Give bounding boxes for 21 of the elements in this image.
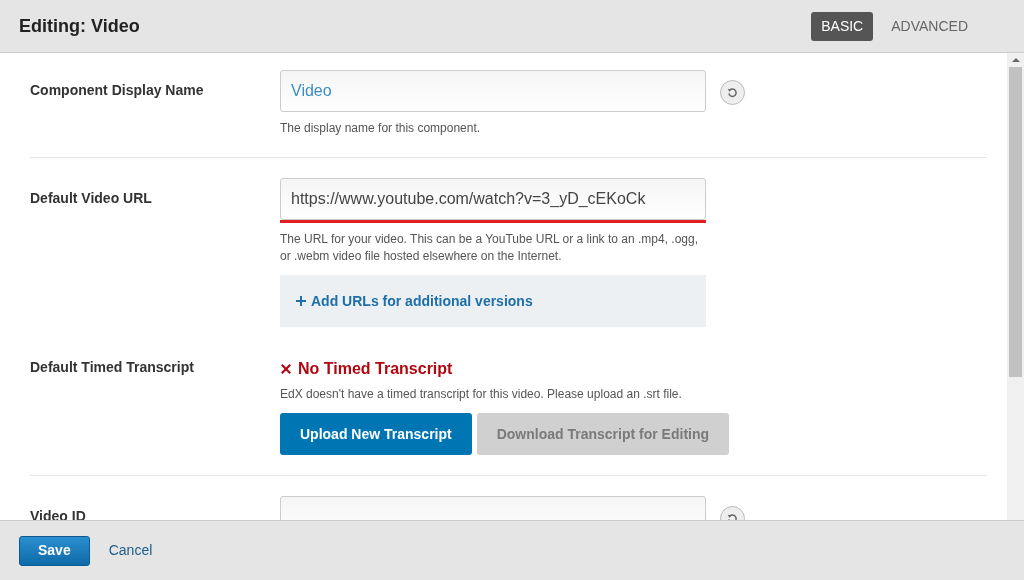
- cross-icon: [280, 363, 292, 375]
- reset-button[interactable]: [720, 80, 745, 105]
- mode-tab[interactable]: ADVANCED: [881, 11, 978, 41]
- help-text: The URL for your video. This can be a YouTube URL or a link to an .mp4, .ogg, or .webm video file hosted elsewhere on the Internet.: [280, 231, 699, 265]
- cancel-link[interactable]: Cancel: [108, 540, 153, 561]
- add-urls-link[interactable]: Add URLs for additional versions: [296, 290, 533, 312]
- field-label: Default Video URL: [30, 189, 153, 208]
- help-text: The display name for this component.: [280, 120, 482, 137]
- help-text: EdX doesn't have a timed transcript for this video. Please upload an .srt file.: [280, 386, 683, 403]
- field-label: Default Timed Transcript: [30, 358, 195, 377]
- window-title: Editing: Video: [19, 14, 141, 38]
- save-button[interactable]: Save: [19, 535, 90, 566]
- undo-icon: [727, 87, 738, 98]
- text-field[interactable]: Video: [280, 70, 706, 112]
- transcript-button[interactable]: Upload New Transcript: [280, 413, 472, 455]
- scrollbar[interactable]: [1007, 53, 1024, 520]
- transcript-status: No Timed Transcript: [298, 359, 453, 379]
- plus-icon: [296, 296, 306, 306]
- field-label: Component Display Name: [30, 81, 205, 100]
- mode-tab[interactable]: BASIC: [811, 11, 874, 41]
- text-field[interactable]: https://www.youtube.com/watch?v=3_yD_cEKoCk: [280, 178, 706, 220]
